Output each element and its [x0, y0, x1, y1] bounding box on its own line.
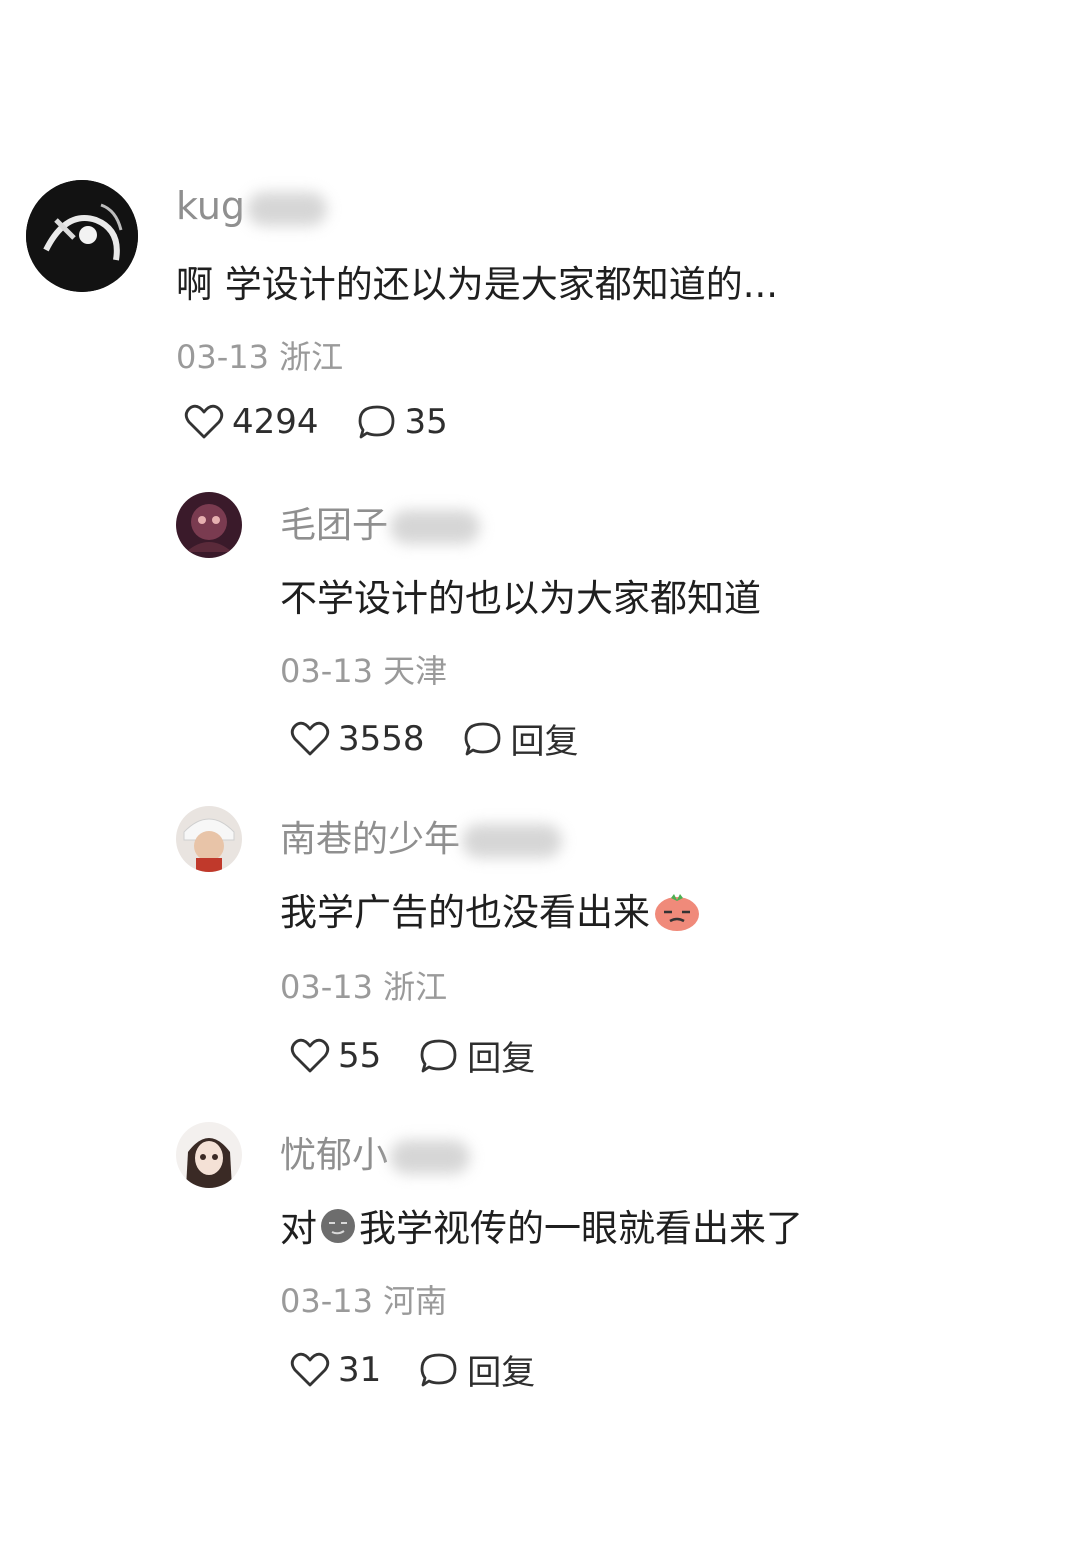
speech-bubble-outline-icon: [463, 720, 503, 758]
reply-button[interactable]: 35: [357, 402, 448, 442]
comment-location: 河南: [383, 1282, 448, 1320]
comment-meta: 03-13 浙江: [176, 332, 343, 378]
like-button[interactable]: 31: [290, 1350, 381, 1390]
redacted-name-blur: [390, 510, 481, 544]
reply-item: 南巷的少年 我学广告的也没看出来 03-13 浙江 55 回复: [0, 786, 1080, 1086]
comment-date: 03-13: [280, 968, 373, 1006]
tomato-emoji-icon: [652, 888, 702, 941]
avatar-image: [26, 180, 138, 292]
reply-item: 毛团子 不学设计的也以为大家都知道 03-13 天津 3558 回复: [0, 470, 1080, 770]
comment-text-start: 对: [280, 1207, 317, 1250]
username[interactable]: 忧郁小: [280, 1126, 471, 1178]
reply-button[interactable]: 回复: [419, 1031, 535, 1080]
username[interactable]: kug: [176, 184, 328, 228]
avatar-image: [176, 1122, 242, 1188]
comment-actions: 4294 35: [184, 402, 448, 442]
reply-button[interactable]: 回复: [463, 714, 579, 763]
username-text: 忧郁小: [280, 1135, 389, 1176]
heart-outline-icon: [290, 720, 330, 758]
avatar-image: [176, 806, 242, 872]
comment-meta: 03-13 浙江: [280, 962, 447, 1008]
like-count: 31: [338, 1349, 382, 1390]
like-count: 3558: [338, 718, 425, 759]
reply-label: 回复: [510, 722, 579, 762]
reply-count: 35: [404, 402, 448, 442]
reply-item: 忧郁小 对 我学视传的一眼就看出来了 03-13 河南 31 回复: [0, 1102, 1080, 1402]
username-text: 毛团子: [280, 505, 389, 546]
heart-outline-icon: [290, 1037, 330, 1075]
avatar[interactable]: [176, 806, 242, 872]
heart-outline-icon: [290, 1351, 330, 1389]
avatar-image: [176, 492, 242, 558]
comment-date: 03-13: [280, 1282, 373, 1320]
comment-meta: 03-13 天津: [280, 646, 447, 692]
reply-label: 回复: [467, 1353, 536, 1393]
comment-actions: 3558 回复: [290, 714, 579, 763]
comment-text-body: 我学广告的也没看出来: [280, 891, 650, 934]
like-button[interactable]: 4294: [184, 402, 319, 442]
comment-location: 浙江: [279, 338, 344, 376]
speech-bubble-outline-icon: [357, 403, 397, 441]
comment-text-end: 我学视传的一眼就看出来了: [359, 1207, 803, 1250]
username[interactable]: 南巷的少年: [280, 810, 563, 862]
comment-date: 03-13: [280, 652, 373, 690]
like-count: 55: [338, 1035, 382, 1076]
speech-bubble-outline-icon: [419, 1037, 459, 1075]
reply-button[interactable]: 回复: [419, 1345, 535, 1394]
redacted-name-blur: [462, 824, 563, 858]
heart-outline-icon: [184, 403, 224, 441]
like-count: 4294: [232, 402, 319, 442]
comment-location: 天津: [383, 652, 448, 690]
reply-label: 回复: [467, 1039, 536, 1079]
comment-location: 浙江: [383, 968, 448, 1006]
username[interactable]: 毛团子: [280, 496, 481, 548]
like-button[interactable]: 3558: [290, 719, 425, 759]
comment-meta: 03-13 河南: [280, 1276, 447, 1322]
comment-item: kug 啊 学设计的还以为是大家都知道的... 03-13 浙江 4294 35: [0, 0, 1080, 460]
comment-text: 啊 学设计的还以为是大家都知道的...: [176, 263, 779, 306]
comment-actions: 55 回复: [290, 1031, 535, 1080]
avatar[interactable]: [176, 1122, 242, 1188]
avatar[interactable]: [26, 180, 138, 292]
comment-text: 不学设计的也以为大家都知道: [280, 577, 761, 620]
username-text: kug: [176, 184, 246, 228]
comment-actions: 31 回复: [290, 1345, 535, 1394]
redacted-name-blur: [247, 191, 328, 226]
username-text: 南巷的少年: [280, 819, 461, 860]
comment-text: 对 我学视传的一眼就看出来了: [280, 1198, 803, 1254]
like-button[interactable]: 55: [290, 1036, 381, 1076]
redacted-name-blur: [390, 1140, 471, 1174]
avatar[interactable]: [176, 492, 242, 558]
comment-text: 我学广告的也没看出来: [280, 882, 702, 941]
speech-bubble-outline-icon: [419, 1351, 459, 1389]
smirk-emoji-icon: [319, 1207, 357, 1254]
comment-date: 03-13: [176, 338, 269, 376]
